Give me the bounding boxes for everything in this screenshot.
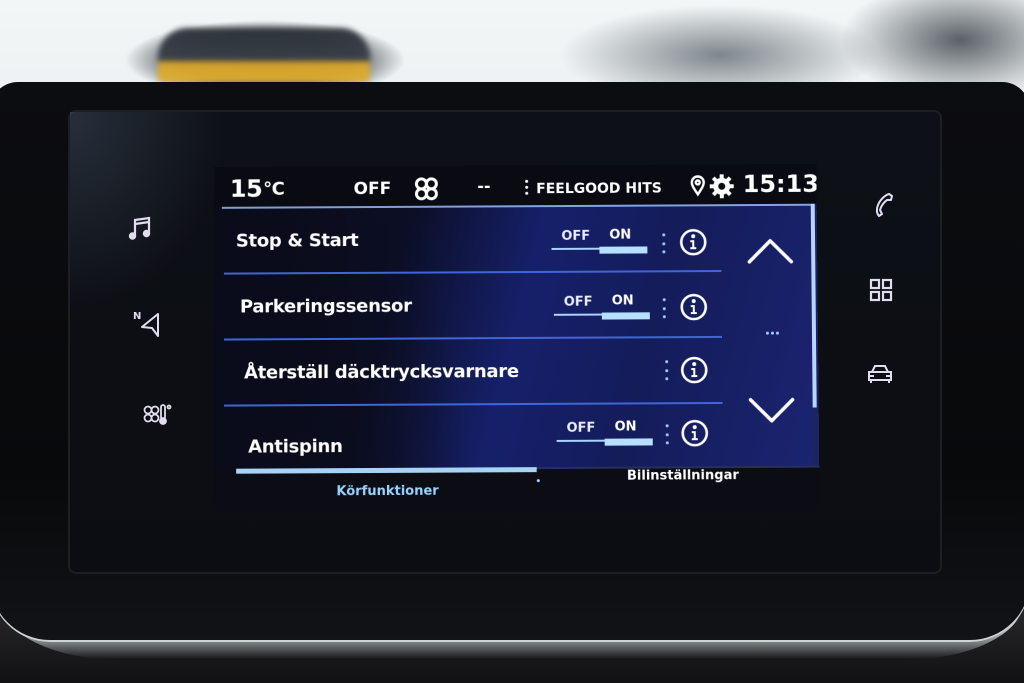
kebab-menu-icon[interactable] [664,360,668,381]
kebab-menu-icon[interactable] [662,298,666,319]
toggle-knob [601,312,650,320]
toggle-off-label: OFF [566,420,596,436]
navigation-arrow-icon: N [132,308,162,342]
infotainment-screen: 15 °C OFF -- FEELGOOD HITS 15:13 Stop & … [213,163,820,512]
setting-label: Stop & Start [235,230,359,252]
info-icon[interactable] [681,419,709,447]
apps-key[interactable] [864,275,898,309]
media-source-label: FEELGOOD HITS [536,180,662,198]
navigation-key[interactable]: N [130,308,164,342]
more-dots-icon [765,331,779,335]
background-car [158,28,370,83]
scrollbar-thumb[interactable] [810,203,817,408]
svg-text:N: N [133,311,141,322]
info-icon[interactable] [680,356,708,384]
car-icon [865,358,895,392]
status-bar: 15 °C OFF -- FEELGOOD HITS 15:13 [213,163,820,207]
scroll-controls [733,204,811,466]
grid-apps-icon [866,275,896,309]
location-pin-icon[interactable] [690,174,706,196]
tab-driving-functions[interactable]: Körfunktioner [336,484,438,500]
clock: 15:13 [742,169,820,199]
temperature-unit: °C [263,178,285,200]
chevron-down-icon[interactable] [747,396,797,426]
toggle-knob [604,438,653,446]
climate-key[interactable] [140,399,174,433]
parking-sensor-toggle[interactable]: OFF ON [553,292,654,322]
tab-vehicle-settings[interactable]: Bilinställningar [627,468,739,484]
media-key[interactable] [124,213,158,247]
setting-label: Antispinn [248,436,343,458]
chevron-up-icon[interactable] [745,236,795,266]
setting-row-parking-sensor: Parkeringssensor OFF ON [214,272,724,341]
toggle-knob [599,246,648,254]
setting-row-tire-pressure-reset[interactable]: Återställ däcktrycksvarnare [214,338,725,407]
antispin-toggle[interactable]: OFF ON [556,418,656,449]
toggle-on-label: ON [609,227,632,243]
temperature-readout[interactable]: 15 °C [230,175,285,203]
stop-start-toggle[interactable]: OFF ON [551,226,651,256]
toggle-on-label: ON [611,293,634,309]
fan-icon[interactable] [413,177,439,201]
setting-label: Parkeringssensor [239,295,412,318]
setting-row-antispin: Antispinn OFF ON [214,404,725,469]
tab-bar: Körfunktioner Bilinställningar [214,465,820,512]
info-icon[interactable] [680,293,708,321]
phone-key[interactable] [866,190,900,224]
phone-icon [868,190,898,224]
gear-icon[interactable] [709,173,735,199]
fan-level: -- [477,176,491,196]
kebab-menu-icon [525,179,529,199]
setting-label: Återställ däcktrycksvarnare [244,360,519,384]
tab-separator [536,479,540,483]
media-source[interactable]: FEELGOOD HITS [525,179,662,200]
toggle-off-label: OFF [561,228,591,244]
music-note-icon [126,213,156,247]
toggle-on-label: ON [614,419,637,435]
setting-row-stop-start: Stop & Start OFF ON [214,206,724,275]
glass-reflection [70,112,230,312]
settings-panel: Stop & Start OFF ON Parkeringssensor OFF… [213,203,820,469]
toggle-off-label: OFF [563,294,593,310]
climate-fan-thermometer-icon [142,399,172,433]
active-tab-indicator [236,467,537,474]
kebab-menu-icon[interactable] [665,424,669,445]
temperature-value: 15 [229,174,263,203]
vehicle-key[interactable] [863,358,897,392]
ac-status[interactable]: OFF [354,179,392,199]
info-icon[interactable] [679,228,707,256]
kebab-menu-icon[interactable] [661,233,665,254]
